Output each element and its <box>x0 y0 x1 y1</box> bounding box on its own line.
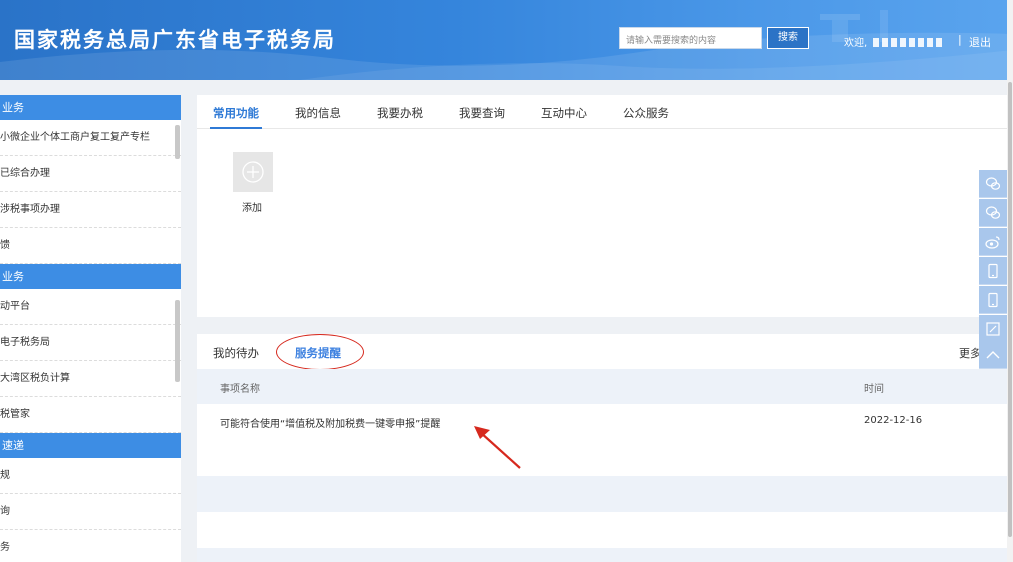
mobile-button[interactable] <box>979 286 1007 314</box>
mobile-icon <box>988 292 998 308</box>
table-row-empty <box>197 440 1007 476</box>
add-function-label: 添加 <box>242 203 262 214</box>
sidebar-item[interactable]: 电子税务局 <box>0 325 181 361</box>
logout-link[interactable]: 退出 <box>969 34 991 50</box>
sidebar-item[interactable]: 馈 <box>0 228 181 264</box>
plus-circle-icon <box>242 161 264 183</box>
search-button[interactable]: 搜索 <box>767 27 809 49</box>
welcome-label: 欢迎, <box>844 38 868 49</box>
site-header: 国家税务总局广东省电子税务局 请输入需要搜索的内容 搜索 欢迎, | 退出 <box>0 0 1013 80</box>
tab-public-services[interactable]: 公众服务 <box>623 105 669 121</box>
sidebar-item[interactable]: 动平台 <box>0 289 181 325</box>
edit-icon <box>986 322 1000 336</box>
tab-bar: 常用功能 我的信息 我要办税 我要查询 互动中心 公众服务 <box>197 95 1007 129</box>
wechat-icon <box>985 177 1001 190</box>
sidebar-item[interactable]: 规 <box>0 458 181 494</box>
site-title[interactable]: 国家税务总局广东省电子税务局 <box>14 24 336 54</box>
table-row-empty <box>197 476 1007 512</box>
sidebar-item[interactable]: 询 <box>0 494 181 530</box>
row-item-name[interactable]: 可能符合使用“增值税及附加税费一键零申报”提醒 <box>220 415 440 430</box>
tab-my-todo[interactable]: 我的待办 <box>213 345 259 361</box>
sidebar-scrollbar[interactable] <box>175 300 180 382</box>
sidebar-section-header[interactable]: 速递 <box>0 433 181 458</box>
notice-panel: 我的待办 服务提醒 更多 事项名称 时间 可能符合使用“增值税及附加税费一键零申… <box>197 334 1007 562</box>
edit-button[interactable] <box>979 315 1007 343</box>
table-row-empty <box>197 548 1007 562</box>
add-function-button[interactable] <box>233 152 273 192</box>
wechat-button[interactable] <box>979 199 1007 227</box>
sidebar-section-header[interactable]: 业务 <box>0 264 181 289</box>
weibo-button[interactable] <box>979 228 1007 256</box>
sidebar-item[interactable]: 大湾区税负计算 <box>0 361 181 397</box>
chevron-up-icon <box>986 351 1000 359</box>
tab-query[interactable]: 我要查询 <box>459 105 505 121</box>
tab-tax-handling[interactable]: 我要办税 <box>377 105 423 121</box>
welcome-text: 欢迎, <box>844 34 944 49</box>
annotation-circle <box>276 334 364 370</box>
search-input[interactable]: 请输入需要搜索的内容 <box>619 27 762 49</box>
column-header-time: 时间 <box>864 384 884 395</box>
table-row-empty <box>197 512 1007 548</box>
sidebar-item[interactable]: 税管家 <box>0 397 181 433</box>
table-header: 事项名称 时间 <box>197 369 1007 404</box>
more-link[interactable]: 更多 <box>959 345 981 361</box>
page-scrollbar-thumb[interactable] <box>1008 82 1012 537</box>
sidebar-item[interactable]: 已综合办理 <box>0 156 181 192</box>
mobile-button[interactable] <box>979 257 1007 285</box>
column-header-name: 事项名称 <box>220 384 260 395</box>
tab-interaction-center[interactable]: 互动中心 <box>541 105 587 121</box>
wechat-button[interactable] <box>979 170 1007 198</box>
sidebar-item[interactable]: 涉税事项办理 <box>0 192 181 228</box>
row-item-time: 2022-12-16 <box>864 415 923 426</box>
user-name-redacted <box>873 38 944 47</box>
annotation-arrow <box>474 426 521 469</box>
wechat-icon <box>985 206 1001 219</box>
sidebar: 业务 小微企业个体工商户复工复产专栏 已综合办理 涉税事项办理 馈 业务 动平台… <box>0 95 181 562</box>
sidebar-item[interactable]: 务 <box>0 530 181 562</box>
function-panel: 常用功能 我的信息 我要办税 我要查询 互动中心 公众服务 添加 <box>197 95 1007 317</box>
weibo-icon <box>985 236 1000 249</box>
tab-common-functions[interactable]: 常用功能 <box>213 105 259 121</box>
sidebar-scrollbar[interactable] <box>175 125 180 159</box>
sidebar-item[interactable]: 小微企业个体工商户复工复产专栏 <box>0 120 181 156</box>
active-tab-underline <box>210 127 262 129</box>
back-to-top-button[interactable] <box>979 341 1007 369</box>
header-separator: | <box>958 33 962 46</box>
table-row[interactable]: 可能符合使用“增值税及附加税费一键零申报”提醒 2022-12-16 <box>197 404 1007 440</box>
tab-my-info[interactable]: 我的信息 <box>295 105 341 121</box>
sidebar-section-header[interactable]: 业务 <box>0 95 181 120</box>
mobile-icon <box>988 263 998 279</box>
